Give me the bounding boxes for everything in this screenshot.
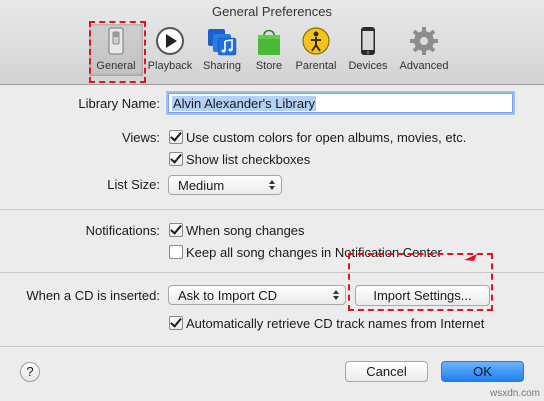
tab-devices[interactable]: Devices [341,24,395,76]
tab-sharing-label: Sharing [203,60,241,72]
tab-parental[interactable]: Parental [289,24,343,76]
tab-store-label: Store [255,60,283,72]
cd-action-popup[interactable]: Ask to Import CD [168,285,346,305]
list-size-label: List Size: [107,177,160,192]
play-icon [156,27,184,55]
arrow-pointer-icon [464,254,477,261]
updown-arrow-icon [269,180,275,190]
parental-figure-icon [302,27,330,55]
library-name-value: Alvin Alexander's Library [172,96,316,111]
divider [0,209,544,210]
updown-arrow-icon [333,290,339,300]
when-song-changes-checkbox[interactable] [169,223,183,237]
library-name-input[interactable]: Alvin Alexander's Library [168,93,513,113]
preferences-window: General Preferences General Playback Sha… [0,0,544,401]
cd-inserted-label: When a CD is inserted: [26,288,160,303]
cancel-button[interactable]: Cancel [345,361,428,382]
music-note-icon [208,29,237,56]
when-song-changes-label: When song changes [186,223,305,238]
notifications-label: Notifications: [85,223,160,238]
views-label: Views: [121,130,160,145]
tab-parental-label: Parental [295,60,337,72]
library-name-label: Library Name: [78,96,160,111]
general-tab-highlight [89,21,146,83]
auto-retrieve-label: Automatically retrieve CD track names fr… [186,316,485,331]
tab-sharing[interactable]: Sharing [195,24,249,76]
tab-playback[interactable]: Playback [143,24,197,76]
custom-colors-checkbox[interactable] [169,130,183,144]
shopping-bag-icon [258,29,280,55]
tab-playback-label: Playback [147,60,193,72]
tab-store[interactable]: Store [242,24,296,76]
custom-colors-label: Use custom colors for open albums, movie… [186,130,467,145]
list-size-popup[interactable]: Medium [168,175,282,195]
tab-devices-label: Devices [348,60,388,72]
help-button[interactable]: ? [20,362,40,382]
show-list-checkboxes-checkbox[interactable] [169,152,183,166]
toolbar-area: General Preferences General Playback Sha… [0,0,544,85]
ok-button[interactable]: OK [441,361,524,382]
iphone-icon [361,27,375,55]
tab-advanced-label: Advanced [399,60,449,72]
gear-icon [410,27,438,55]
watermark: wsxdn.com [489,388,540,399]
show-list-checkboxes-label: Show list checkboxes [186,152,311,167]
cd-action-value: Ask to Import CD [178,288,277,303]
list-size-value: Medium [178,178,225,193]
auto-retrieve-checkbox[interactable] [169,316,183,330]
tab-advanced[interactable]: Advanced [397,24,451,76]
divider [0,346,544,347]
window-title: General Preferences [212,4,332,19]
keep-song-changes-checkbox[interactable] [169,245,183,259]
